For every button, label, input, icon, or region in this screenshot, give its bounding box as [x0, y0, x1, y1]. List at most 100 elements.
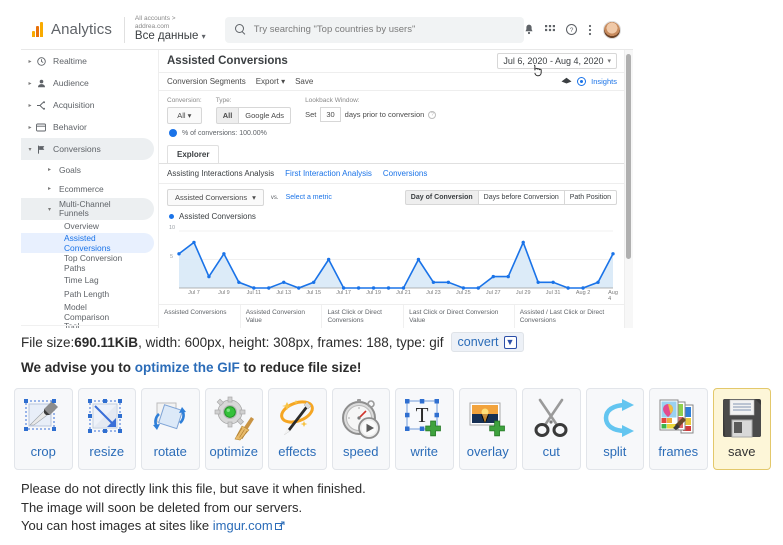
- column-header[interactable]: Assisted Conversion Value: [241, 305, 323, 328]
- sidebar-item-conversions[interactable]: ▾ Conversions: [21, 138, 154, 160]
- view-option-path-position[interactable]: Path Position: [564, 190, 617, 205]
- sidebar-item-top-conversion-paths[interactable]: Top Conversion Paths: [21, 253, 158, 273]
- legend-label: Assisted Conversions: [179, 212, 256, 221]
- save-icon: [719, 395, 765, 441]
- type-option-all[interactable]: All: [215, 107, 240, 124]
- sidebar-item-acquisition[interactable]: ▸ Acquisition: [21, 94, 158, 116]
- convert-label: convert: [457, 335, 499, 349]
- tool-rotate[interactable]: rotate: [141, 388, 200, 470]
- account-selector[interactable]: All accounts > addrea.com Все данные ▾: [135, 15, 211, 43]
- apps-grid-icon[interactable]: [545, 24, 555, 35]
- view-option-day-of-conversion[interactable]: Day of Conversion: [404, 190, 479, 205]
- tool-split[interactable]: split: [585, 388, 644, 470]
- column-header[interactable]: Last Click or Direct Conversion Value: [404, 305, 515, 328]
- legend-dot-icon: [169, 214, 174, 219]
- sidebar-item-audience[interactable]: ▸ Audience: [21, 72, 158, 94]
- tool-label: crop: [30, 444, 56, 459]
- avatar[interactable]: [603, 20, 621, 39]
- tool-optimize[interactable]: optimize: [204, 388, 263, 470]
- tool-frames[interactable]: frames: [649, 388, 708, 470]
- analytics-logo-icon: [32, 22, 43, 37]
- imgur-link[interactable]: imgur.com: [213, 518, 273, 533]
- sidebar-item-multi-channel-funnels[interactable]: ▾ Multi-Channel Funnels: [21, 198, 154, 220]
- tab-assisting-interactions-analysis[interactable]: Assisting Interactions Analysis: [167, 169, 274, 178]
- lookback-days-input[interactable]: 30: [320, 107, 341, 122]
- file-size-value: 690.11KiB: [74, 334, 139, 350]
- sidebar-item-model-comparison-tool[interactable]: Model Comparison Tool: [21, 302, 158, 328]
- convert-button[interactable]: convert ▼: [450, 332, 524, 352]
- tool-overlay[interactable]: overlay: [458, 388, 517, 470]
- person-icon: [34, 79, 48, 88]
- metric-select[interactable]: Assisted Conversions ▾: [167, 189, 264, 206]
- legend-dot-icon: [169, 129, 177, 137]
- assisted-conversions-chart[interactable]: 10 5 Jul 7 Jul 9 Jul 11 Jul 13 Jul 15 Jul 17 J…: [167, 225, 618, 302]
- scrollbar-thumb[interactable]: [626, 54, 631, 259]
- optimize-gif-link[interactable]: optimize the GIF: [135, 360, 240, 375]
- tool-label: frames: [658, 444, 699, 459]
- svg-text:?: ?: [570, 27, 574, 34]
- cut-icon: [528, 395, 574, 441]
- sidebar-item-realtime[interactable]: ▸ Realtime: [21, 50, 158, 72]
- sidebar-label: Goals: [59, 164, 81, 175]
- analytics-sidebar: ▸ Realtime ▸ Audience ▸ Acquisition ▸ Be…: [21, 50, 159, 328]
- search-input[interactable]: Try searching "Top countries by users": [224, 16, 524, 43]
- chevron-right-icon: ▸: [48, 186, 52, 192]
- lookback-suffix: days prior to conversion: [344, 110, 425, 119]
- tool-cut[interactable]: cut: [522, 388, 581, 470]
- type-option-google-ads[interactable]: Google Ads: [239, 107, 292, 124]
- sidebar-label: Behavior: [53, 122, 87, 132]
- tool-label: effects: [278, 444, 317, 459]
- sidebar-item-ecommerce[interactable]: ▸ Ecommerce: [21, 179, 158, 198]
- tool-write[interactable]: T write: [395, 388, 454, 470]
- analysis-subtabs: Assisting Interactions Analysis First In…: [159, 163, 625, 184]
- sidebar-item-overview[interactable]: Overview: [21, 220, 158, 233]
- column-header[interactable]: Assisted / Last Click or Direct Conversi…: [515, 305, 625, 328]
- column-header[interactable]: Last Click or Direct Conversions: [322, 305, 405, 328]
- lookback-prefix: Set: [305, 110, 317, 119]
- column-header[interactable]: Assisted Conversions: [159, 305, 241, 328]
- tab-explorer[interactable]: Explorer: [167, 145, 220, 163]
- gif-preview[interactable]: Analytics All accounts > addrea.com Все …: [21, 10, 633, 328]
- save-button[interactable]: Save: [295, 77, 313, 86]
- sidebar-item-attribution[interactable]: Attribution BETA: [21, 325, 158, 328]
- date-range-picker[interactable]: Jul 6, 2020 - Aug 4, 2020 ▾: [497, 53, 617, 69]
- crop-icon: [20, 395, 66, 441]
- sidebar-item-goals[interactable]: ▸ Goals: [21, 160, 158, 179]
- analytics-brand: Analytics: [51, 21, 112, 38]
- sidebar-item-behavior[interactable]: ▸ Behavior: [21, 116, 158, 138]
- insights-group[interactable]: Insights: [561, 77, 617, 86]
- conversion-select[interactable]: All ▾: [167, 107, 202, 124]
- insights-label: Insights: [591, 77, 617, 86]
- optimize-advice: We advise you to optimize the GIF to red…: [21, 360, 361, 375]
- sidebar-item-time-lag[interactable]: Time Lag: [21, 273, 158, 287]
- more-vert-icon[interactable]: [588, 24, 592, 36]
- analytics-topbar: Analytics All accounts > addrea.com Все …: [21, 10, 633, 50]
- tool-effects[interactable]: effects: [268, 388, 327, 470]
- google-analytics-screenshot: Analytics All accounts > addrea.com Все …: [21, 10, 633, 328]
- conversion-label: Conversion:: [167, 97, 202, 104]
- tool-speed[interactable]: speed: [331, 388, 390, 470]
- view-option-days-before-conversion[interactable]: Days before Conversion: [478, 190, 565, 205]
- tool-save[interactable]: save: [712, 388, 771, 470]
- conversion-segments-button[interactable]: Conversion Segments: [167, 77, 246, 86]
- tab-first-interaction-analysis[interactable]: First Interaction Analysis: [285, 169, 372, 178]
- tab-conversions[interactable]: Conversions: [383, 169, 427, 178]
- bell-icon[interactable]: [524, 24, 534, 35]
- share-icon[interactable]: [561, 77, 572, 86]
- metric-selector-row: Assisted Conversions ▾ vs. Select a metr…: [159, 184, 625, 211]
- export-button[interactable]: Export ▾: [256, 77, 285, 86]
- lookback-window: Lookback Window: Set 30 days prior to co…: [305, 97, 437, 122]
- select-a-metric-link[interactable]: Select a metric: [286, 194, 332, 201]
- behavior-icon: [34, 123, 48, 132]
- tool-resize[interactable]: resize: [77, 388, 136, 470]
- sidebar-item-path-length[interactable]: Path Length: [21, 287, 158, 302]
- sidebar-label: Path Length: [64, 289, 110, 299]
- sidebar-item-assisted-conversions[interactable]: Assisted Conversions: [21, 233, 154, 253]
- x-tick-label: Jul 31: [545, 290, 561, 296]
- chart-legend: Assisted Conversions: [159, 211, 625, 223]
- help-icon[interactable]: ?: [566, 24, 577, 35]
- question-icon[interactable]: ?: [428, 110, 437, 119]
- vs-label: vs.: [270, 194, 279, 201]
- divider: [123, 16, 125, 43]
- tool-crop[interactable]: crop: [14, 388, 73, 470]
